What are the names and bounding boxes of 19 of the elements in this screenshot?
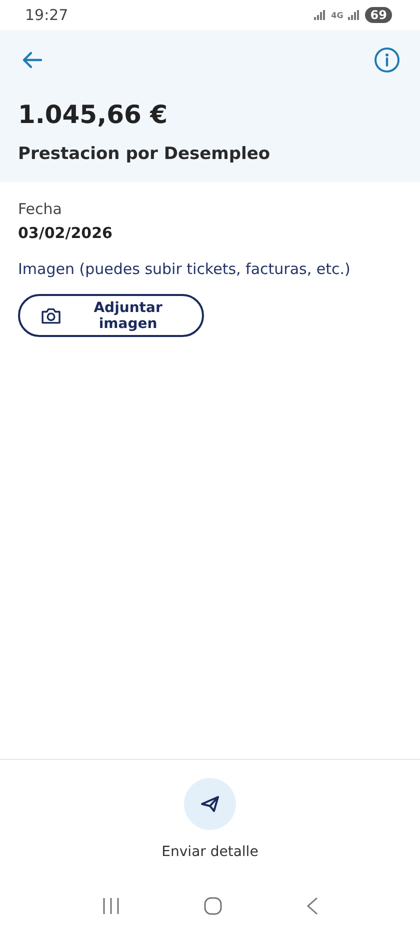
- send-label: Enviar detalle: [162, 844, 258, 860]
- paper-plane-icon: [200, 795, 220, 813]
- send-button[interactable]: [184, 778, 236, 830]
- back-arrow-icon[interactable]: [21, 51, 43, 69]
- amount: 1.045,66 €: [18, 100, 168, 129]
- field-label: Fecha: [18, 200, 63, 218]
- back-icon[interactable]: [306, 897, 318, 915]
- signal-icon: [314, 10, 326, 20]
- concept-title: Prestacion por Desempleo: [18, 144, 272, 164]
- status-time: 19:27: [25, 6, 68, 24]
- recent-apps-icon[interactable]: [102, 897, 120, 915]
- attach-image-button[interactable]: Adjuntar imagen: [18, 294, 204, 337]
- signal-icon: [348, 10, 360, 20]
- image-hint: Imagen (puedes subir tickets, facturas, etc.): [18, 260, 350, 278]
- home-icon[interactable]: [204, 897, 222, 915]
- battery-level: 69: [365, 7, 392, 23]
- info-icon[interactable]: [374, 47, 400, 73]
- network-type: 4G: [331, 10, 344, 20]
- field-value: 03/02/2026: [18, 224, 112, 242]
